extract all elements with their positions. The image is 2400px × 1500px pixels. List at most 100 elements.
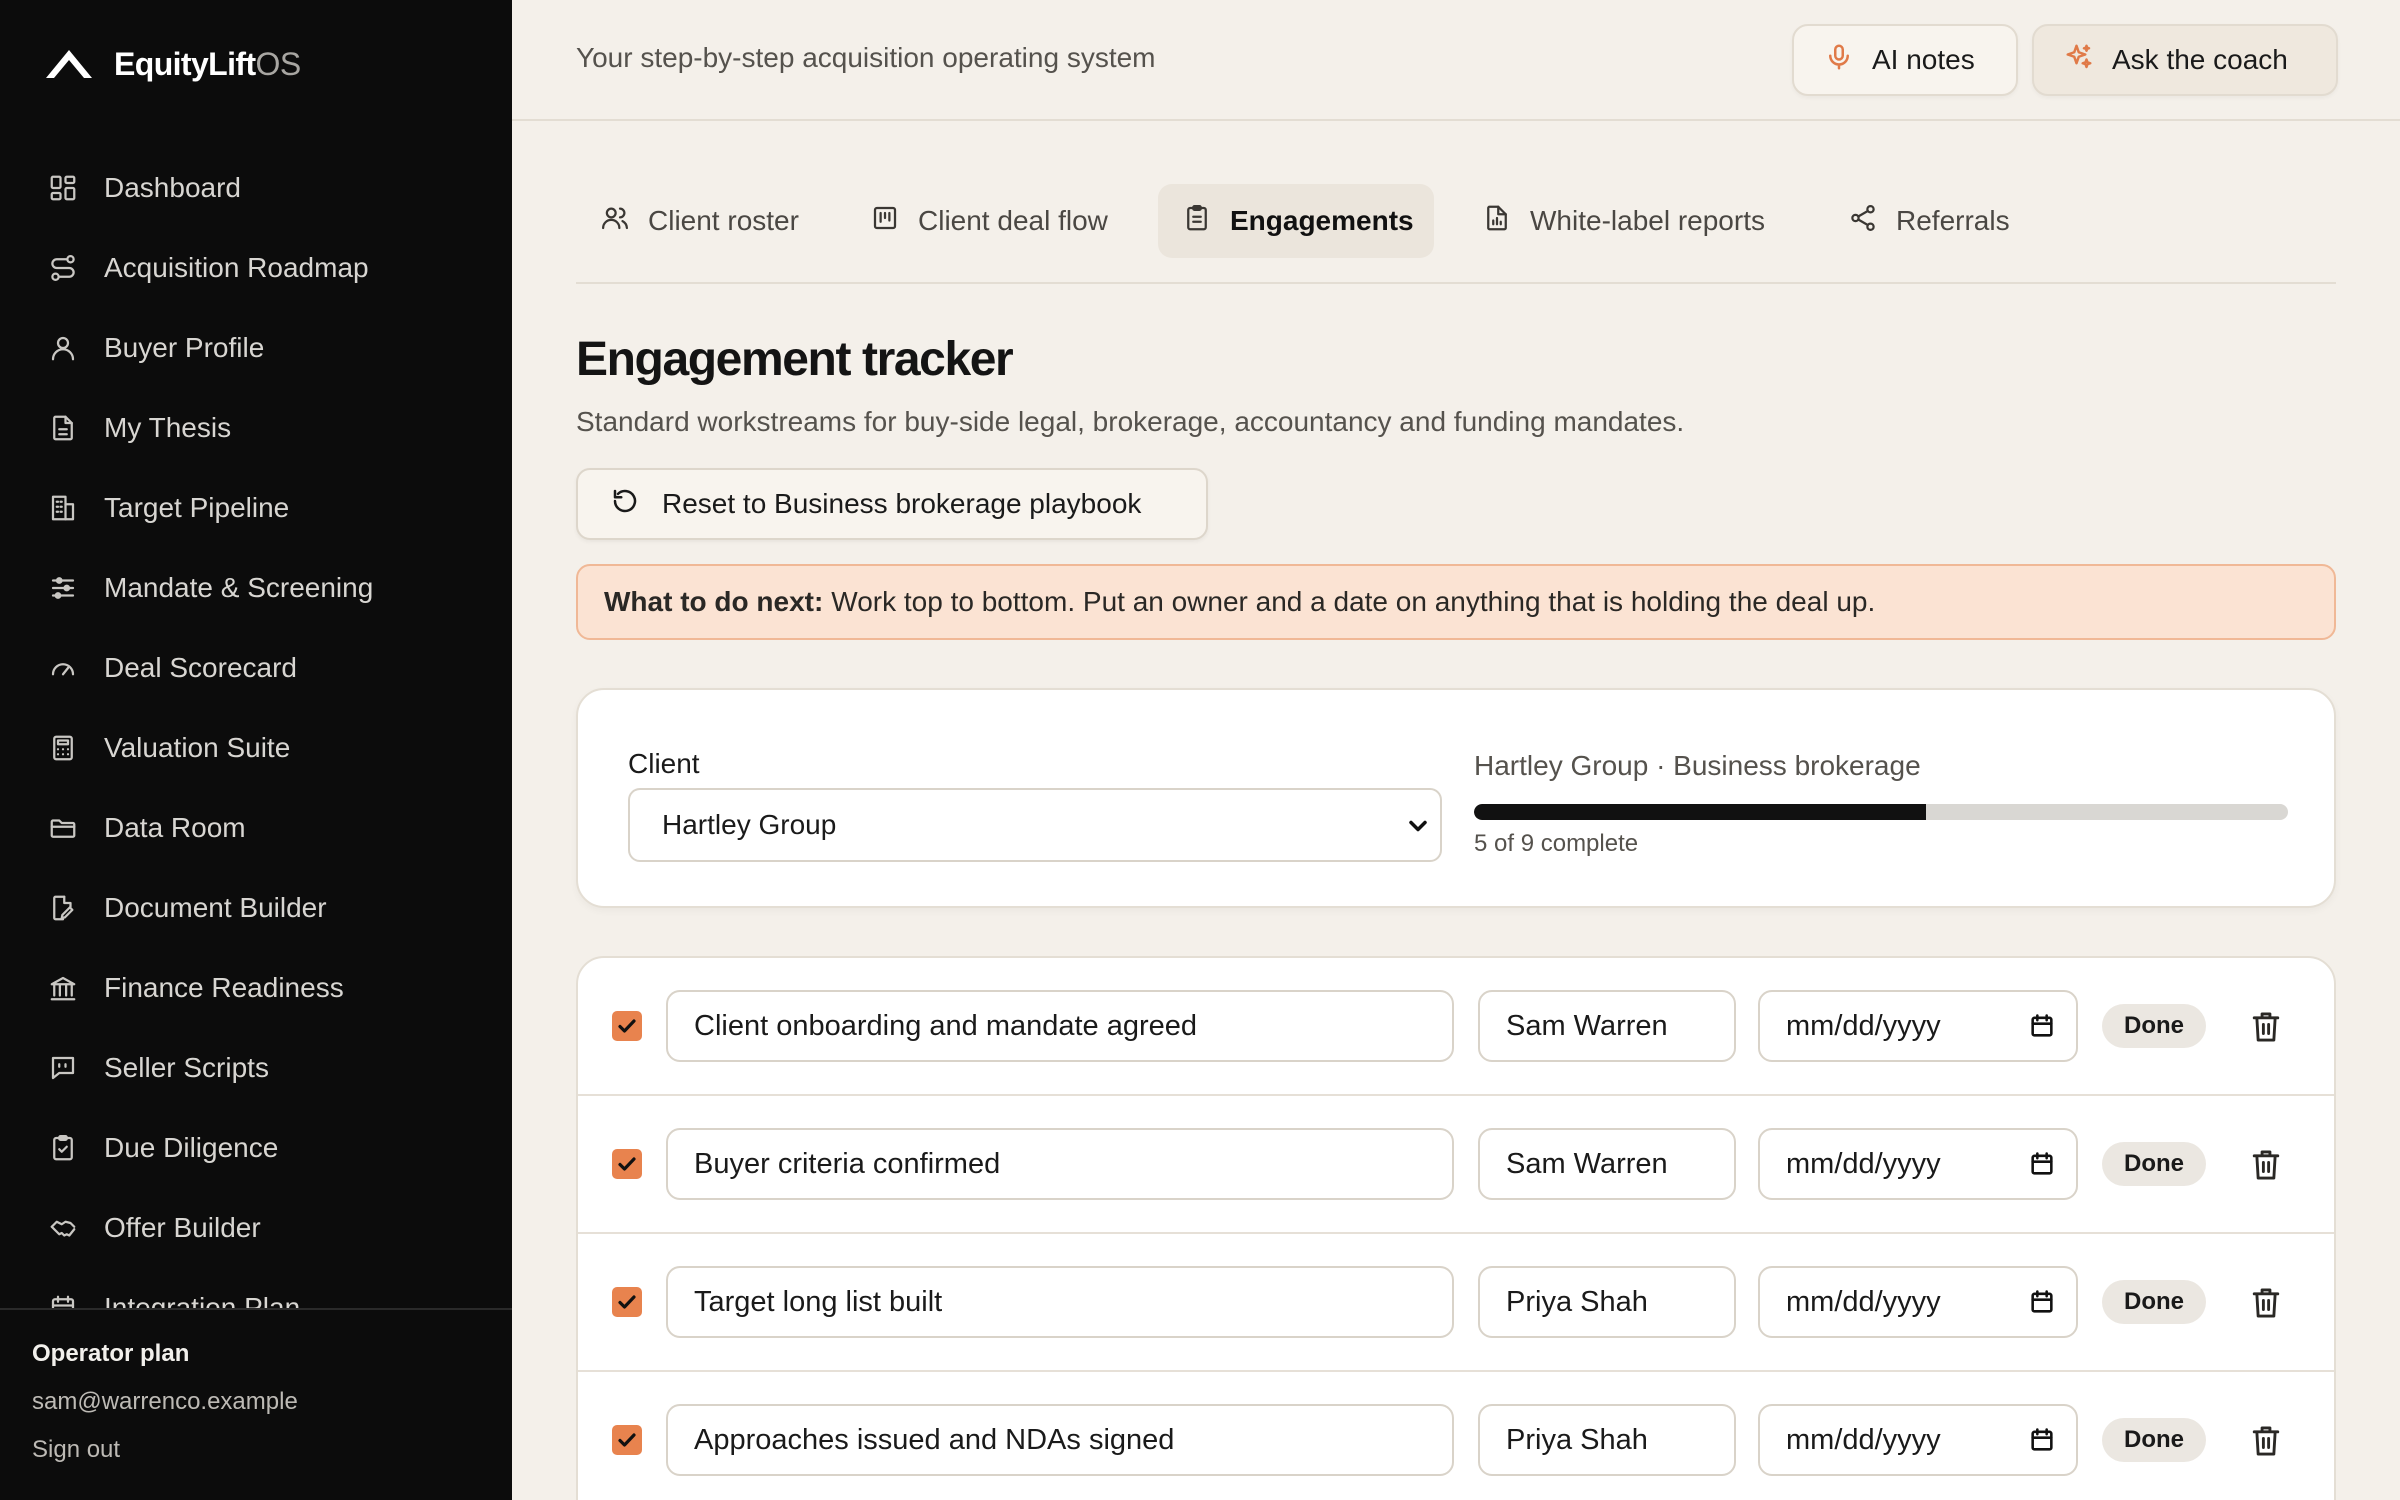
section-tabs: Client roster Client deal flow Engagemen…: [576, 184, 2336, 284]
task-list: Client onboarding and mandate agreed Sam…: [576, 956, 2336, 1500]
delete-task-button[interactable]: [2250, 1286, 2282, 1320]
task-name-input[interactable]: Buyer criteria confirmed: [666, 1128, 1454, 1200]
delete-task-button[interactable]: [2250, 1148, 2282, 1182]
task-owner-input[interactable]: Priya Shah: [1478, 1404, 1736, 1476]
tab-referrals[interactable]: Referrals: [1824, 184, 2034, 258]
sidebar-item-label: Data Room: [104, 812, 246, 843]
task-owner-input[interactable]: Sam Warren: [1478, 990, 1736, 1062]
handshake-icon: [48, 1213, 78, 1243]
chat-icon: [48, 1053, 78, 1083]
sidebar-item-acquisition-roadmap[interactable]: Acquisition Roadmap: [0, 228, 512, 308]
sidebar-item-data-room[interactable]: Data Room: [0, 788, 512, 868]
sidebar-item-label: Buyer Profile: [104, 332, 265, 363]
tab-white-label-reports[interactable]: White-label reports: [1458, 184, 1789, 258]
task-name-input[interactable]: Client onboarding and mandate agreed: [666, 990, 1454, 1062]
client-select[interactable]: Hartley Group: [628, 788, 1442, 862]
check-icon: [618, 1295, 636, 1309]
tab-label: White-label reports: [1530, 205, 1765, 236]
progress-fill: [1474, 804, 1927, 820]
sidebar-item-seller-scripts[interactable]: Seller Scripts: [0, 1028, 512, 1108]
report-icon: [1482, 203, 1530, 240]
account-email: sam@warrenco.example: [32, 1388, 298, 1415]
delete-task-button[interactable]: [2250, 1424, 2282, 1458]
sidebar-item-due-diligence[interactable]: Due Diligence: [0, 1108, 512, 1188]
trash-icon: [2252, 1150, 2280, 1180]
page-subtitle: Standard workstreams for buy-side legal,…: [576, 406, 1685, 437]
tab-client-deal-flow[interactable]: Client deal flow: [846, 184, 1132, 258]
calendar-icon[interactable]: [2028, 1012, 2056, 1040]
task-owner-input[interactable]: Sam Warren: [1478, 1128, 1736, 1200]
sidebar-item-deal-scorecard[interactable]: Deal Scorecard: [0, 628, 512, 708]
sidebar-item-label: Due Diligence: [104, 1132, 279, 1163]
ask-coach-label: Ask the coach: [2112, 44, 2288, 75]
sidebar-item-mandate-screening[interactable]: Mandate & Screening: [0, 548, 512, 628]
route-icon: [48, 253, 78, 283]
sidebar-item-my-thesis[interactable]: My Thesis: [0, 388, 512, 468]
sign-out-link[interactable]: Sign out: [32, 1436, 512, 1464]
task-checkbox[interactable]: [612, 1149, 642, 1179]
ai-notes-button[interactable]: AI notes: [1792, 24, 2018, 96]
progress-text: 5 of 9 complete: [1474, 830, 1639, 857]
tab-engagements[interactable]: Engagements: [1158, 184, 1434, 258]
client-card: Client Hartley Group Hartley Group · Bus…: [576, 688, 2336, 908]
reset-playbook-button[interactable]: Reset to Business brokerage playbook: [576, 468, 1208, 540]
brand-name: EquityLift: [114, 45, 256, 82]
ask-coach-button[interactable]: Ask the coach: [2032, 24, 2338, 96]
calendar-icon[interactable]: [2028, 1150, 2056, 1178]
callout-text: Work top to bottom. Put an owner and a d…: [831, 586, 1876, 617]
task-date-input[interactable]: mm/dd/yyyy: [1758, 990, 2078, 1062]
task-name-input[interactable]: Approaches issued and NDAs signed: [666, 1404, 1454, 1476]
sidebar-item-label: Offer Builder: [104, 1212, 261, 1243]
client-select-value: Hartley Group: [662, 809, 837, 840]
reset-playbook-label: Reset to Business brokerage playbook: [662, 488, 1142, 519]
progress-bar: [1474, 804, 2288, 820]
sidebar-item-label: Integration Plan: [104, 1292, 301, 1308]
sidebar-item-label: Seller Scripts: [104, 1052, 269, 1083]
task-row: Client onboarding and mandate agreed Sam…: [578, 958, 2334, 1096]
task-name-input[interactable]: Target long list built: [666, 1266, 1454, 1338]
calendar-icon[interactable]: [2028, 1288, 2056, 1316]
sidebar-item-dashboard[interactable]: Dashboard: [0, 148, 512, 228]
task-owner-input[interactable]: Priya Shah: [1478, 1266, 1736, 1338]
reset-icon: [610, 486, 662, 523]
sidebar-item-valuation-suite[interactable]: Valuation Suite: [0, 708, 512, 788]
sidebar-item-target-pipeline[interactable]: Target Pipeline: [0, 468, 512, 548]
sidebar-item-buyer-profile[interactable]: Buyer Profile: [0, 308, 512, 388]
tab-label: Client roster: [648, 205, 799, 236]
clipboard-icon: [1182, 203, 1230, 240]
top-bar: Your step-by-step acquisition operating …: [512, 0, 2400, 121]
task-checkbox[interactable]: [612, 1425, 642, 1455]
tab-client-roster[interactable]: Client roster: [576, 184, 823, 258]
task-date-input[interactable]: mm/dd/yyyy: [1758, 1266, 2078, 1338]
calendar-icon: [48, 1293, 78, 1308]
task-checkbox[interactable]: [612, 1011, 642, 1041]
task-checkbox[interactable]: [612, 1287, 642, 1317]
check-icon: [618, 1019, 636, 1033]
logo-mark-icon: [44, 44, 94, 84]
sidebar-item-offer-builder[interactable]: Offer Builder: [0, 1188, 512, 1268]
delete-task-button[interactable]: [2250, 1010, 2282, 1044]
sliders-icon: [48, 573, 78, 603]
sidebar-item-label: Finance Readiness: [104, 972, 344, 1003]
sidebar-item-label: Acquisition Roadmap: [104, 252, 369, 283]
next-step-callout: What to do next: Work top to bottom. Put…: [576, 564, 2336, 640]
bank-icon: [48, 973, 78, 1003]
task-date-input[interactable]: mm/dd/yyyy: [1758, 1128, 2078, 1200]
sidebar-item-label: Deal Scorecard: [104, 652, 297, 683]
tab-label: Client deal flow: [918, 205, 1108, 236]
clipboard-check-icon: [48, 1133, 78, 1163]
sidebar-item-document-builder[interactable]: Document Builder: [0, 868, 512, 948]
calendar-icon[interactable]: [2028, 1426, 2056, 1454]
user-icon: [48, 333, 78, 363]
sidebar-item-finance-readiness[interactable]: Finance Readiness: [0, 948, 512, 1028]
sidebar-item-label: Document Builder: [104, 892, 327, 923]
folder-icon: [48, 813, 78, 843]
calculator-icon: [48, 733, 78, 763]
microphone-icon: [1824, 42, 1872, 79]
task-date-input[interactable]: mm/dd/yyyy: [1758, 1404, 2078, 1476]
trash-icon: [2252, 1426, 2280, 1456]
brand[interactable]: EquityLift OS: [44, 40, 301, 88]
check-icon: [618, 1157, 636, 1171]
sidebar-item-integration-plan[interactable]: Integration Plan: [0, 1268, 512, 1308]
share-icon: [1848, 203, 1896, 240]
